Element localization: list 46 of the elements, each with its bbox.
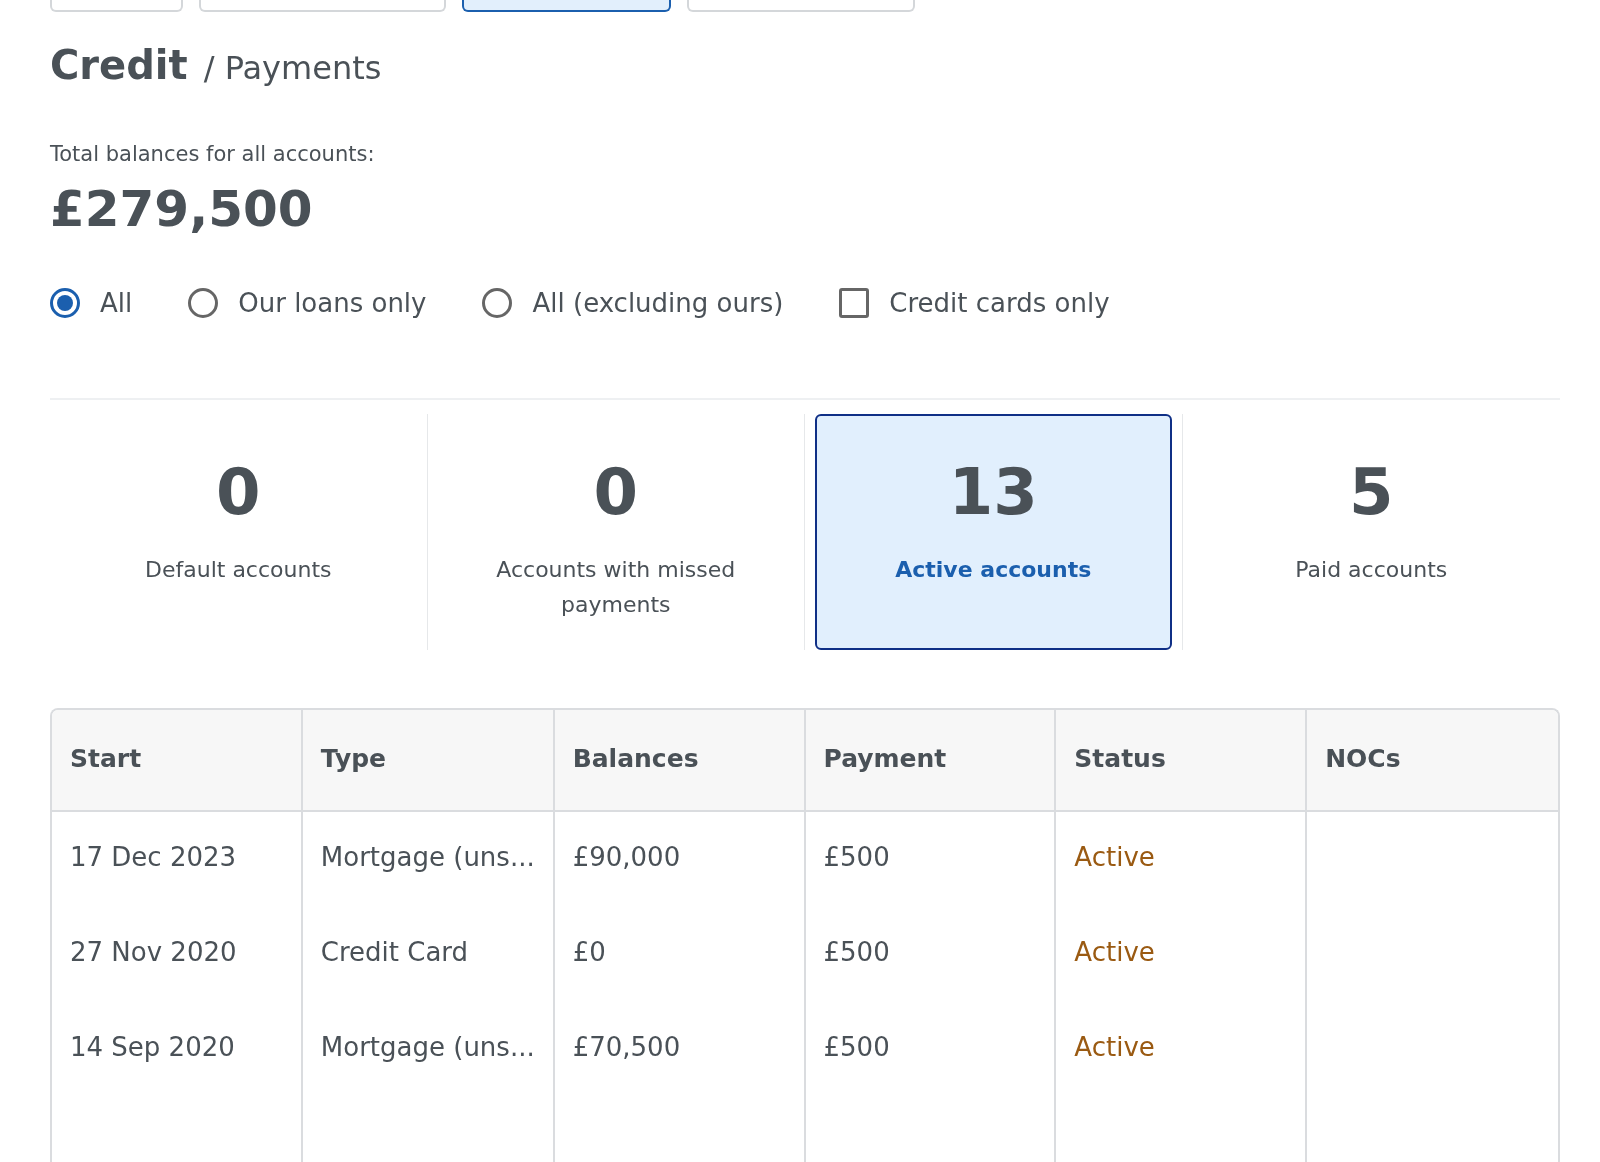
- table-cell: £90,000: [554, 812, 806, 907]
- table-cell: Credit Card: [302, 907, 555, 1002]
- radio-button[interactable]: [482, 288, 513, 318]
- table-cell: 27 Nov 2020: [52, 907, 303, 1002]
- total-value: £279,500: [50, 180, 314, 238]
- card-label: Accounts with missed payments: [495, 556, 737, 620]
- total-label: Total balances for all accounts:: [50, 142, 376, 166]
- table-cell: 14 Sep 2020: [52, 1002, 303, 1097]
- table-cell: Mortgage (uns...: [302, 1002, 555, 1097]
- column-header: NOCs: [1307, 710, 1558, 812]
- column-header: Start: [52, 710, 303, 812]
- filter-label[interactable]: Credit cards only: [889, 288, 1110, 318]
- page-title: Credit: [50, 42, 188, 88]
- column-header: Status: [1056, 710, 1308, 812]
- page-subtitle: / Payments: [203, 49, 382, 87]
- radio-button[interactable]: [188, 288, 219, 318]
- account-count: 0: [216, 460, 261, 524]
- tab[interactable]: [462, 0, 671, 12]
- summary-card[interactable]: 0 Default accounts: [60, 414, 417, 650]
- table-cell: 17 Dec 2023: [52, 812, 303, 907]
- table-cell: £500: [805, 1002, 1057, 1097]
- filter-label[interactable]: All: [100, 288, 133, 318]
- account-count: 13: [948, 460, 1038, 524]
- radio-button[interactable]: [50, 288, 80, 318]
- filter-label[interactable]: Our loans only: [238, 288, 427, 318]
- table-cell: Active: [1056, 907, 1308, 1002]
- table-cell: Mortgage (uns...: [302, 812, 555, 907]
- account-count: 0: [593, 460, 638, 524]
- filter-label[interactable]: All (excluding ours): [532, 288, 784, 318]
- column-header: Payment: [805, 710, 1057, 812]
- column-header: Type: [302, 710, 555, 812]
- table-cell: £70,500: [554, 1002, 806, 1097]
- table-cell: £500: [805, 907, 1057, 1002]
- table-cell: Active: [1056, 1002, 1308, 1097]
- table-cell: Active: [1056, 812, 1308, 907]
- column-header: Balances: [554, 710, 806, 812]
- card-label: Default accounts: [145, 556, 332, 584]
- card-label: Paid accounts: [1295, 556, 1448, 584]
- summary-card[interactable]: 5 Paid accounts: [1192, 414, 1550, 650]
- checkbox[interactable]: [839, 288, 870, 318]
- table-cell: £500: [805, 812, 1057, 907]
- summary-card[interactable]: 13 Active accounts: [815, 414, 1172, 650]
- table-cell: £0: [554, 907, 806, 1002]
- account-count: 5: [1349, 460, 1394, 524]
- card-label: Active accounts: [895, 556, 1092, 584]
- summary-card[interactable]: 0 Accounts with missed payments: [437, 414, 794, 650]
